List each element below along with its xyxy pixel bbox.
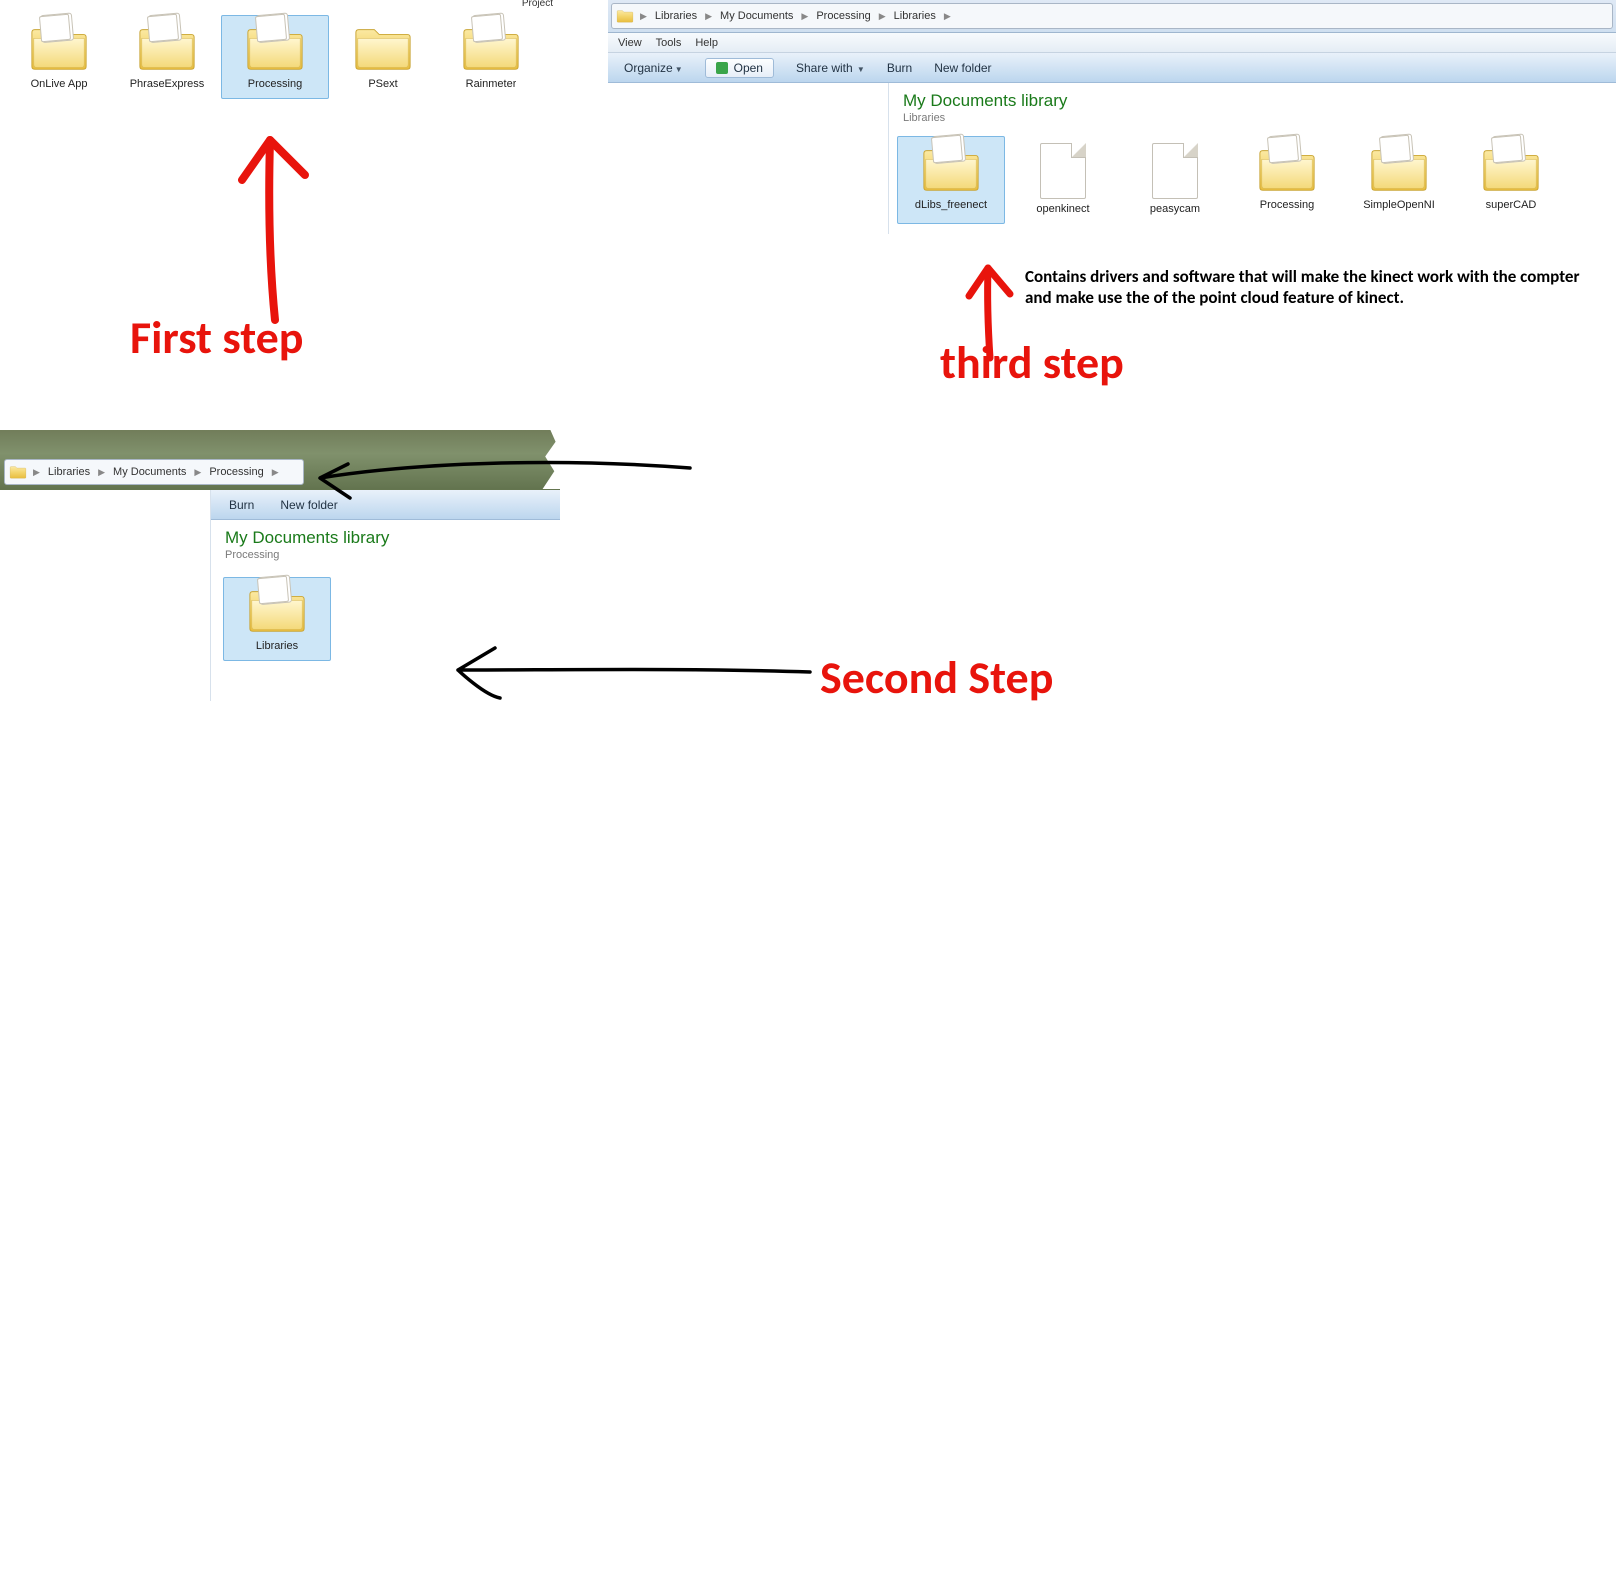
crumb-libraries[interactable]: Libraries bbox=[653, 10, 699, 22]
folder-item-processing[interactable]: Processing bbox=[1233, 136, 1341, 224]
arrow-third-step bbox=[955, 258, 1035, 368]
folder-label: Libraries bbox=[256, 640, 298, 652]
panel-second-step: ▶ Libraries ▶ My Documents ▶ Processing … bbox=[0, 430, 560, 701]
burn-button[interactable]: Burn bbox=[229, 498, 254, 512]
chevron-right-icon: ▶ bbox=[940, 11, 955, 22]
folder-item-onlive-app[interactable]: OnLive App bbox=[5, 15, 113, 99]
chevron-right-icon: ▶ bbox=[190, 467, 205, 478]
panel-first-step: Project OnLive App PhraseExpress Processin… bbox=[5, 0, 561, 128]
new-folder-button[interactable]: New folder bbox=[280, 498, 337, 512]
panel-third-step: ▶ Libraries ▶ My Documents ▶ Processing … bbox=[608, 0, 1616, 234]
folder-label: Rainmeter bbox=[466, 78, 517, 90]
organize-button[interactable]: Organize▼ bbox=[624, 61, 683, 75]
folder-label: peasycam bbox=[1150, 203, 1200, 215]
library-subtitle: Libraries bbox=[903, 112, 1602, 124]
open-button[interactable]: Open bbox=[705, 58, 774, 78]
folder-icon bbox=[1368, 143, 1430, 195]
folder-item-peasycam[interactable]: peasycam bbox=[1121, 136, 1229, 224]
burn-button[interactable]: Burn bbox=[887, 61, 912, 75]
folder-item-simpleopenni[interactable]: SimpleOpenNI bbox=[1345, 136, 1453, 224]
folder-item-supercad[interactable]: superCAD bbox=[1457, 136, 1565, 224]
annotation-second-step: Second Step bbox=[820, 650, 1053, 706]
library-header: My Documents library Processing bbox=[211, 520, 560, 567]
folder-grid: dLibs_freenect openkinect peasycam Processi… bbox=[889, 130, 1616, 234]
toolbar: Organize▼ Open Share with ▼ Burn New fol… bbox=[608, 53, 1616, 83]
arrow-first-step bbox=[220, 120, 340, 330]
folder-label: dLibs_freenect bbox=[915, 199, 987, 211]
folder-label: superCAD bbox=[1486, 199, 1537, 211]
window-titlebar: ▶ Libraries ▶ My Documents ▶ Processing … bbox=[0, 430, 560, 490]
folder-icon bbox=[244, 22, 306, 74]
folder-label: PSext bbox=[368, 78, 397, 90]
chevron-right-icon: ▶ bbox=[797, 11, 812, 22]
toolbar: Burn New folder bbox=[211, 490, 560, 520]
share-with-button[interactable]: Share with ▼ bbox=[796, 61, 865, 75]
folder-icon bbox=[1480, 143, 1542, 195]
folder-item-libraries[interactable]: Libraries bbox=[223, 577, 331, 661]
chevron-right-icon: ▶ bbox=[875, 11, 890, 22]
folder-item-phraseexpress[interactable]: PhraseExpress bbox=[113, 15, 221, 99]
address-bar-wrap: ▶ Libraries ▶ My Documents ▶ Processing … bbox=[608, 0, 1616, 33]
new-folder-button[interactable]: New folder bbox=[934, 61, 991, 75]
crumb-libraries2[interactable]: Libraries bbox=[892, 10, 938, 22]
chevron-right-icon: ▶ bbox=[94, 467, 109, 478]
folder-label: OnLive App bbox=[31, 78, 88, 90]
folder-item-psext[interactable]: PSext bbox=[329, 15, 437, 99]
file-icon bbox=[1040, 143, 1086, 199]
file-icon bbox=[1152, 143, 1198, 199]
menu-bar: View Tools Help bbox=[608, 33, 1616, 53]
folder-item-openkinect[interactable]: openkinect bbox=[1009, 136, 1117, 224]
breadcrumb[interactable]: ▶ Libraries ▶ My Documents ▶ Processing … bbox=[4, 459, 304, 485]
folder-label: SimpleOpenNI bbox=[1363, 199, 1435, 211]
library-subtitle: Processing bbox=[225, 549, 546, 561]
folder-item-dlibs-freenect[interactable]: dLibs_freenect bbox=[897, 136, 1005, 224]
folder-label: PhraseExpress bbox=[130, 78, 205, 90]
partial-folder-label: Project bbox=[522, 0, 553, 9]
chevron-right-icon: ▶ bbox=[701, 11, 716, 22]
folder-label: Processing bbox=[248, 78, 302, 90]
crumb-mydocuments[interactable]: My Documents bbox=[111, 466, 188, 478]
chevron-right-icon: ▶ bbox=[29, 467, 44, 478]
crumb-libraries[interactable]: Libraries bbox=[46, 466, 92, 478]
crumb-mydocuments[interactable]: My Documents bbox=[718, 10, 795, 22]
folder-icon bbox=[9, 464, 27, 480]
folder-icon bbox=[920, 143, 982, 195]
menu-view[interactable]: View bbox=[618, 37, 642, 49]
folder-label: openkinect bbox=[1036, 203, 1089, 215]
folder-grid: Libraries bbox=[211, 567, 560, 671]
open-icon bbox=[716, 62, 728, 74]
breadcrumb[interactable]: ▶ Libraries ▶ My Documents ▶ Processing … bbox=[611, 3, 1613, 29]
folder-item-rainmeter[interactable]: Rainmeter bbox=[437, 15, 545, 99]
folder-icon bbox=[246, 584, 308, 636]
folder-item-processing[interactable]: Processing bbox=[221, 15, 329, 99]
folder-icon bbox=[28, 22, 90, 74]
folder-icon bbox=[136, 22, 198, 74]
crumb-processing[interactable]: Processing bbox=[207, 466, 265, 478]
folder-icon bbox=[1256, 143, 1318, 195]
library-title: My Documents library bbox=[225, 528, 546, 548]
crumb-processing[interactable]: Processing bbox=[814, 10, 872, 22]
chevron-right-icon: ▶ bbox=[268, 467, 283, 478]
folder-icon bbox=[352, 22, 414, 74]
library-header: My Documents library Libraries bbox=[889, 83, 1616, 130]
folder-icon bbox=[460, 22, 522, 74]
library-title: My Documents library bbox=[903, 91, 1602, 111]
folder-icon bbox=[616, 8, 634, 24]
menu-help[interactable]: Help bbox=[695, 37, 718, 49]
annotation-third-step: third step bbox=[940, 335, 1124, 391]
annotation-first-step: First step bbox=[130, 310, 303, 366]
folder-label: Processing bbox=[1260, 199, 1314, 211]
annotation-description: Contains drivers and software that will … bbox=[1025, 266, 1595, 309]
menu-tools[interactable]: Tools bbox=[656, 37, 682, 49]
chevron-right-icon: ▶ bbox=[636, 11, 651, 22]
torn-edge-decoration bbox=[540, 430, 566, 489]
